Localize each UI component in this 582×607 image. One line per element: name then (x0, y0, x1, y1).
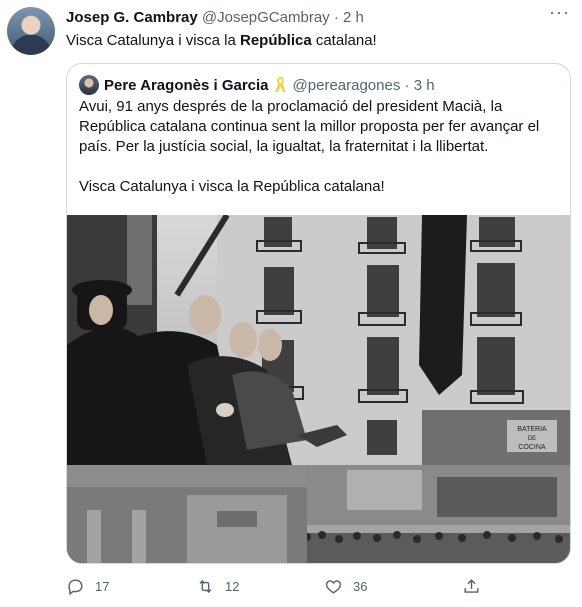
tweet-text-part2: catalana! (311, 32, 377, 49)
tweet-header: Josep G. Cambray @JosepGCambray · 2 h ··… (66, 2, 570, 28)
reply-action[interactable]: 17 (66, 571, 109, 601)
tweet-time[interactable]: 2 h (343, 9, 364, 26)
author-name[interactable]: Josep G. Cambray (66, 9, 198, 26)
quote-paragraph-2: Visca Catalunya i visca la República cat… (79, 178, 385, 195)
tweet-text-bold: República (239, 32, 312, 49)
author-handle[interactable]: @JosepGCambray (202, 9, 330, 26)
historic-photo[interactable]: BATERIA DE COCINA (67, 215, 570, 563)
like-count: 36 (353, 578, 368, 594)
quote-author-name[interactable]: Pere Aragonès i Garcia (104, 77, 269, 94)
quote-text: Avui, 91 anys després de la proclamació … (79, 97, 559, 197)
quoted-tweet[interactable]: Pere Aragonès i Garcia @perearagones · 3 … (66, 63, 571, 564)
heart-icon[interactable] (324, 577, 343, 596)
quote-separator-dot: · (404, 77, 410, 94)
retweet-icon[interactable] (196, 577, 215, 596)
yellow-ribbon-icon (274, 76, 287, 99)
quote-avatar[interactable] (79, 75, 99, 95)
photo-sign-line1: BATERIA (517, 426, 547, 433)
separator-dot: · (333, 9, 339, 26)
retweet-count: 12 (225, 578, 240, 594)
tweet-actions: 17 12 36 (66, 571, 566, 601)
share-icon[interactable] (462, 577, 481, 596)
reply-count: 17 (95, 578, 110, 594)
tweet-text: Visca Catalunya i visca la República cat… (66, 31, 377, 51)
retweet-action[interactable]: 12 (196, 571, 239, 601)
share-action[interactable] (462, 571, 481, 601)
quote-paragraph-1: Avui, 91 anys després de la proclamació … (79, 98, 540, 155)
quote-handle[interactable]: @perearagones (293, 77, 401, 94)
reply-icon[interactable] (66, 577, 85, 596)
more-options-icon[interactable]: ··· (549, 2, 570, 22)
quote-time[interactable]: 3 h (414, 77, 435, 94)
photo-sign-line2: DE (528, 436, 536, 442)
photo-sign-line3: COCINA (518, 444, 546, 451)
like-action[interactable]: 36 (324, 571, 367, 601)
author-avatar[interactable] (7, 7, 55, 55)
quote-header: Pere Aragonès i Garcia @perearagones · 3 … (79, 75, 435, 99)
tweet-text-part1: Visca Catalunya i visca la (66, 32, 240, 49)
